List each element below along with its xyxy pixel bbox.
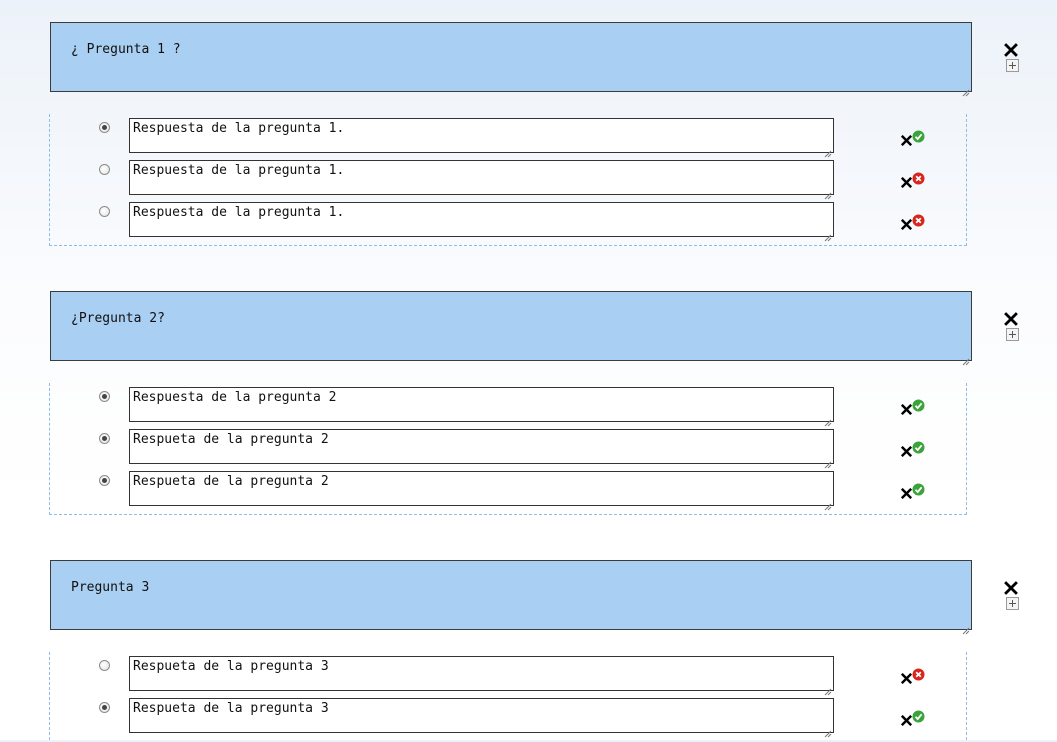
answer-text: Respueta de la pregunta 2 xyxy=(133,474,329,489)
add-answer-icon[interactable] xyxy=(1006,597,1019,610)
question-text: ¿ Pregunta 1 ? xyxy=(71,42,181,57)
answer-text: Respuesta de la pregunta 1. xyxy=(133,163,345,178)
answer-textarea[interactable]: Respuesta de la pregunta 1. xyxy=(129,118,834,158)
check-circle-icon[interactable] xyxy=(912,128,925,143)
answer-textarea[interactable]: Respueta de la pregunta 3 xyxy=(129,698,834,738)
answer-textarea[interactable]: Respuesta de la pregunta 1. xyxy=(129,160,834,200)
answer-radio[interactable] xyxy=(99,433,110,444)
question-text: Pregunta 3 xyxy=(71,580,150,595)
answer-row: Respueta de la pregunta 3 xyxy=(50,698,968,738)
answer-radio[interactable] xyxy=(99,206,110,217)
delete-answer-icon[interactable] xyxy=(900,173,913,189)
answer-text: Respueta de la pregunta 2 xyxy=(133,432,329,447)
answer-row: Respuesta de la pregunta 1. xyxy=(50,118,968,158)
answer-text: Respuesta de la pregunta 1. xyxy=(133,121,345,136)
resize-handle-icon[interactable] xyxy=(824,412,832,427)
answer-row: Respueta de la pregunta 2 xyxy=(50,429,968,469)
delete-answer-icon[interactable] xyxy=(900,400,913,416)
x-circle-icon[interactable] xyxy=(912,212,925,227)
resize-handle-icon[interactable] xyxy=(824,143,832,158)
question-textarea[interactable]: ¿Pregunta 2? xyxy=(50,291,972,366)
delete-answer-icon[interactable] xyxy=(900,215,913,231)
resize-handle-icon[interactable] xyxy=(824,185,832,200)
answers-list: Respuesta de la pregunta 1. Respuesta de … xyxy=(49,114,967,246)
answer-text: Respuesta de la pregunta 1. xyxy=(133,205,345,220)
resize-handle-icon[interactable] xyxy=(824,496,832,511)
answer-textarea[interactable]: Respueta de la pregunta 2 xyxy=(129,429,834,469)
add-answer-icon[interactable] xyxy=(1006,328,1019,341)
delete-question-icon[interactable] xyxy=(1004,42,1018,57)
answer-row: Respueta de la pregunta 2 xyxy=(50,471,968,511)
check-circle-icon[interactable] xyxy=(912,397,925,412)
answer-row: Respuesta de la pregunta 1. xyxy=(50,160,968,200)
answer-text: Respueta de la pregunta 3 xyxy=(133,701,329,716)
answers-list: Respueta de la pregunta 3 Respueta de la … xyxy=(49,652,967,740)
delete-question-icon[interactable] xyxy=(1004,580,1018,595)
delete-answer-icon[interactable] xyxy=(900,484,913,500)
delete-answer-icon[interactable] xyxy=(900,131,913,147)
answer-radio[interactable] xyxy=(99,702,110,713)
delete-answer-icon[interactable] xyxy=(900,442,913,458)
answer-row: Respuesta de la pregunta 2 xyxy=(50,387,968,427)
x-circle-icon[interactable] xyxy=(912,170,925,185)
answer-radio[interactable] xyxy=(99,475,110,486)
add-answer-icon[interactable] xyxy=(1006,59,1019,72)
answer-text: Respueta de la pregunta 3 xyxy=(133,659,329,674)
resize-handle-icon[interactable] xyxy=(824,681,832,696)
question-text: ¿Pregunta 2? xyxy=(71,311,165,326)
answer-text: Respuesta de la pregunta 2 xyxy=(133,390,337,405)
delete-answer-icon[interactable] xyxy=(900,711,913,727)
question-textarea[interactable]: Pregunta 3 xyxy=(50,560,972,635)
answer-textarea[interactable]: Respuesta de la pregunta 2 xyxy=(129,387,834,427)
question-textarea[interactable]: ¿ Pregunta 1 ? xyxy=(50,22,972,97)
x-circle-icon[interactable] xyxy=(912,666,925,681)
answer-textarea[interactable]: Respueta de la pregunta 3 xyxy=(129,656,834,696)
answer-textarea[interactable]: Respuesta de la pregunta 1. xyxy=(129,202,834,242)
resize-handle-icon[interactable] xyxy=(962,620,970,635)
answer-radio[interactable] xyxy=(99,164,110,175)
answer-textarea[interactable]: Respueta de la pregunta 2 xyxy=(129,471,834,511)
answers-list: Respuesta de la pregunta 2 Respueta de la… xyxy=(49,383,967,515)
resize-handle-icon[interactable] xyxy=(824,723,832,738)
check-circle-icon[interactable] xyxy=(912,481,925,496)
resize-handle-icon[interactable] xyxy=(824,454,832,469)
resize-handle-icon[interactable] xyxy=(962,351,970,366)
answer-radio[interactable] xyxy=(99,660,110,671)
check-circle-icon[interactable] xyxy=(912,439,925,454)
delete-answer-icon[interactable] xyxy=(900,669,913,685)
delete-question-icon[interactable] xyxy=(1004,311,1018,326)
answer-row: Respueta de la pregunta 3 xyxy=(50,656,968,696)
answer-row: Respuesta de la pregunta 1. xyxy=(50,202,968,242)
resize-handle-icon[interactable] xyxy=(824,227,832,242)
check-circle-icon[interactable] xyxy=(912,708,925,723)
resize-handle-icon[interactable] xyxy=(962,82,970,97)
answer-radio[interactable] xyxy=(99,391,110,402)
answer-radio[interactable] xyxy=(99,122,110,133)
